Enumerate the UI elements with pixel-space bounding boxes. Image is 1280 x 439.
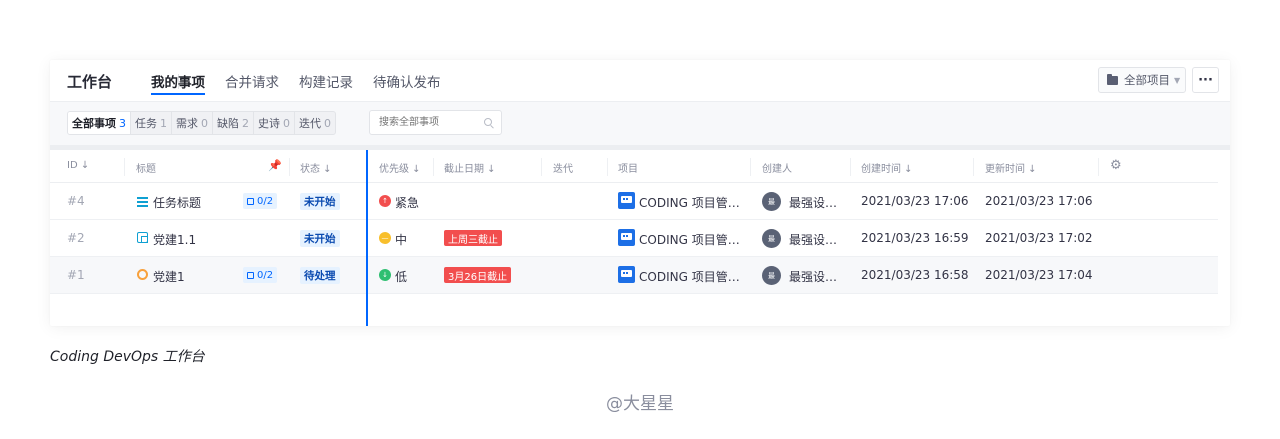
col-title[interactable]: 标题 — [136, 160, 156, 175]
project-name[interactable]: CODING 项目管… — [639, 268, 740, 285]
project-name[interactable]: CODING 项目管… — [639, 231, 740, 248]
subtask-icon — [247, 197, 254, 205]
due-date-badge[interactable]: 3月26日截止 — [444, 267, 512, 283]
issue-title[interactable]: 党建1 — [153, 268, 185, 285]
chevron-down-icon: ▼ — [1174, 75, 1181, 85]
bug-icon — [137, 269, 148, 280]
filter-bug[interactable]: 缺陷 2 — [213, 112, 254, 134]
page-title: 工作台 — [67, 73, 113, 91]
workbench-card: 工作台 我的事项 合并请求 构建记录 待确认发布 全部项目 ▼ ··· 全部事项… — [50, 60, 1230, 326]
column-divider — [1098, 158, 1099, 176]
column-divider — [750, 158, 751, 176]
avatar: 最 — [762, 229, 781, 248]
table-row[interactable]: #1 党建1 0/2 待处理 ↓ 低 3月26日截止 CODING 项目管… 最… — [50, 257, 1218, 294]
priority-medium-icon: — — [379, 232, 391, 244]
issue-title[interactable]: 任务标题 — [153, 194, 201, 211]
due-date-badge[interactable]: 上周三截止 — [444, 230, 502, 246]
table-row[interactable]: #2 党建1.1 未开始 — 中 上周三截止 CODING 项目管… 最 最强设… — [50, 220, 1218, 257]
issue-id: #1 — [67, 268, 85, 282]
tab-bar: 我的事项 合并请求 构建记录 待确认发布 — [151, 71, 461, 95]
subtask-icon — [247, 271, 254, 279]
column-divider — [433, 158, 434, 176]
search-icon — [484, 118, 492, 126]
project-name[interactable]: CODING 项目管… — [639, 194, 740, 211]
status-badge[interactable]: 未开始 — [300, 193, 340, 210]
table-header: ID ↓ 标题 📌 状态 ↓ 优先级 ↓ 截止日期 ↓ 迭代 项目 创建人 创建… — [50, 150, 1218, 183]
figure-caption: Coding DevOps 工作台 — [50, 349, 205, 365]
project-selector[interactable]: 全部项目 ▼ — [1098, 67, 1186, 93]
col-creator[interactable]: 创建人 — [762, 160, 792, 175]
project-icon — [618, 229, 635, 246]
tab-build-records[interactable]: 构建记录 — [299, 71, 353, 95]
filter-bar: 全部事项 3 任务 1 需求 0 缺陷 2 史诗 0 迭代 0 — [50, 102, 1230, 145]
priority-urgent-icon: ↑ — [379, 195, 391, 207]
requirement-icon — [137, 232, 148, 243]
updated-time: 2021/03/23 17:02 — [985, 231, 1093, 245]
col-due[interactable]: 截止日期 ↓ — [444, 160, 496, 175]
updated-time: 2021/03/23 17:04 — [985, 268, 1093, 282]
column-divider — [289, 158, 290, 176]
tab-merge-requests[interactable]: 合并请求 — [225, 71, 279, 95]
updated-time: 2021/03/23 17:06 — [985, 194, 1093, 208]
column-divider — [607, 158, 608, 176]
gear-icon[interactable]: ⚙ — [1110, 158, 1122, 173]
created-time: 2021/03/23 17:06 — [861, 194, 969, 208]
filter-all[interactable]: 全部事项 3 — [68, 112, 131, 134]
type-filter: 全部事项 3 任务 1 需求 0 缺陷 2 史诗 0 迭代 0 — [67, 111, 336, 135]
frozen-column-divider[interactable] — [366, 150, 368, 326]
col-project[interactable]: 项目 — [618, 160, 638, 175]
column-divider — [541, 158, 542, 176]
issue-id: #2 — [67, 231, 85, 245]
filter-requirement[interactable]: 需求 0 — [172, 112, 213, 134]
col-id[interactable]: ID ↓ — [67, 160, 89, 171]
author-watermark: @大星星 — [606, 394, 674, 414]
subtask-badge[interactable]: 0/2 — [243, 267, 278, 283]
avatar: 最 — [762, 266, 781, 285]
project-icon — [618, 192, 635, 209]
task-icon — [137, 195, 148, 207]
priority-low-icon: ↓ — [379, 269, 391, 281]
status-badge[interactable]: 待处理 — [300, 267, 340, 284]
column-divider — [973, 158, 974, 176]
top-bar: 工作台 我的事项 合并请求 构建记录 待确认发布 全部项目 ▼ ··· — [50, 60, 1230, 102]
project-selector-label: 全部项目 — [1124, 73, 1170, 87]
filter-iteration[interactable]: 迭代 0 — [295, 112, 335, 134]
created-time: 2021/03/23 16:59 — [861, 231, 969, 245]
priority-label[interactable]: 低 — [395, 268, 407, 285]
subtask-badge[interactable]: 0/2 — [243, 193, 278, 209]
filter-task[interactable]: 任务 1 — [131, 112, 172, 134]
pin-icon[interactable]: 📌 — [268, 159, 282, 172]
tab-my-items[interactable]: 我的事项 — [151, 71, 205, 95]
filter-epic[interactable]: 史诗 0 — [254, 112, 295, 134]
priority-label[interactable]: 紧急 — [395, 194, 419, 211]
folder-icon — [1107, 73, 1118, 85]
priority-label[interactable]: 中 — [395, 231, 407, 248]
col-created[interactable]: 创建时间 ↓ — [861, 160, 913, 175]
col-status[interactable]: 状态 ↓ — [300, 160, 332, 175]
col-priority[interactable]: 优先级 ↓ — [379, 160, 421, 175]
column-divider — [850, 158, 851, 176]
created-time: 2021/03/23 16:58 — [861, 268, 969, 282]
project-icon — [618, 266, 635, 283]
tab-pending-releases[interactable]: 待确认发布 — [373, 71, 441, 95]
issue-id: #4 — [67, 194, 85, 208]
col-updated[interactable]: 更新时间 ↓ — [985, 160, 1037, 175]
creator-name: 最强设… — [789, 196, 838, 210]
more-button[interactable]: ··· — [1192, 67, 1219, 93]
table-row[interactable]: #4 任务标题 0/2 未开始 ↑ 紧急 CODING 项目管… 最 最强设… … — [50, 183, 1218, 220]
col-iteration[interactable]: 迭代 — [553, 160, 573, 175]
status-badge[interactable]: 未开始 — [300, 230, 340, 247]
issue-title[interactable]: 党建1.1 — [153, 231, 196, 248]
creator-name: 最强设… — [789, 270, 838, 284]
search-input[interactable] — [369, 110, 502, 135]
column-divider — [124, 158, 125, 176]
avatar: 最 — [762, 192, 781, 211]
creator-name: 最强设… — [789, 233, 838, 247]
